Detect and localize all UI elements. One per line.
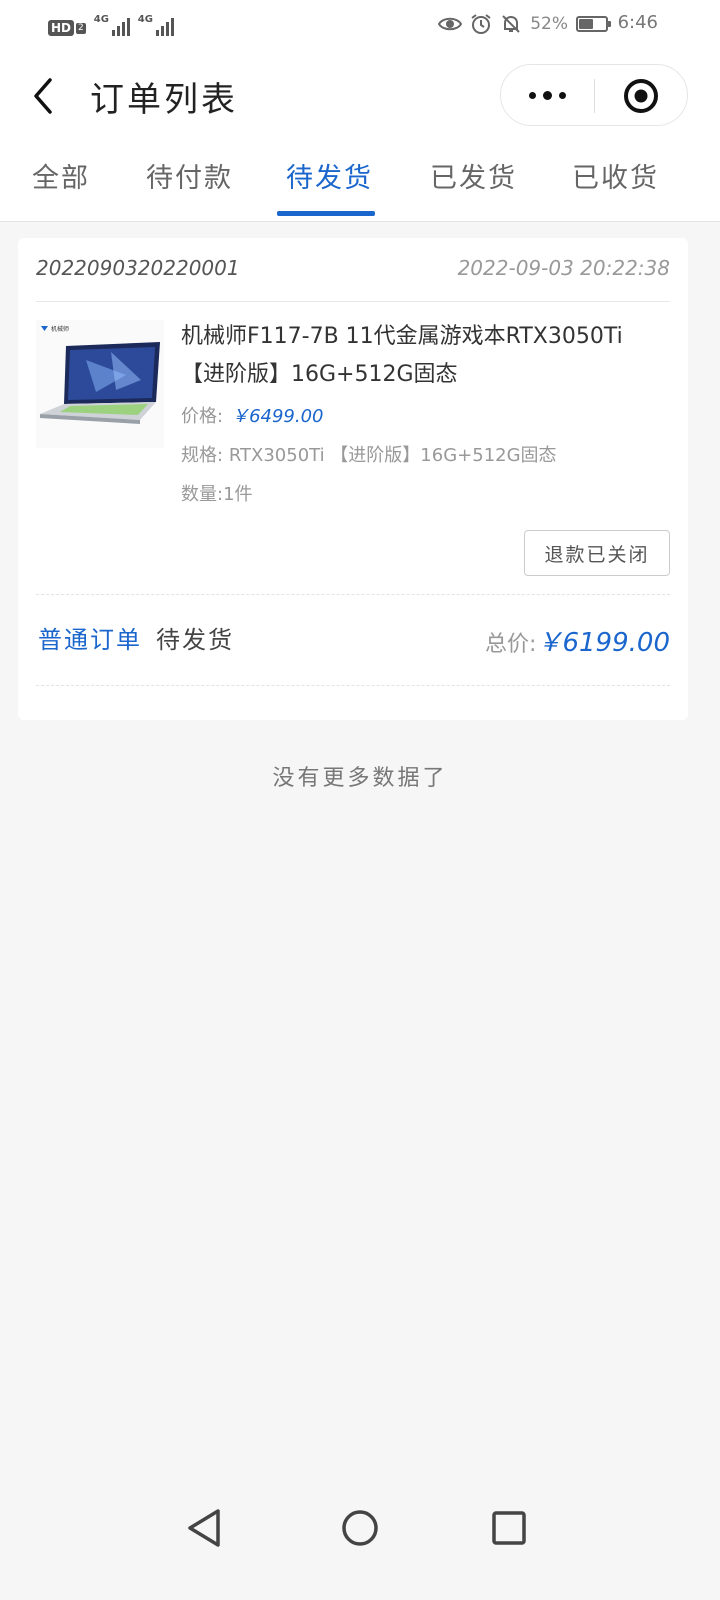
product-thumbnail[interactable]: 机械师 bbox=[36, 320, 164, 448]
more-dots-icon bbox=[529, 92, 536, 99]
product-spec-row: 规格: RTX3050Ti 【进阶版】16G+512G固态 bbox=[181, 441, 557, 467]
laptop-image: 机械师 bbox=[36, 320, 164, 448]
capsule-divider bbox=[594, 79, 595, 113]
tab-received[interactable]: 已收货 bbox=[572, 156, 659, 195]
chevron-left-icon bbox=[34, 78, 52, 114]
product-quantity-row: 数量:1件 bbox=[181, 480, 253, 506]
order-status: 待发货 bbox=[156, 626, 234, 654]
more-dot-right bbox=[559, 92, 566, 99]
active-tab-indicator bbox=[277, 211, 375, 216]
order-card[interactable]: 2022090320220001 2022-09-03 20:22:38 机械师… bbox=[18, 238, 688, 720]
no-more-data: 没有更多数据了 bbox=[272, 766, 448, 791]
tab-pending-payment[interactable]: 待付款 bbox=[146, 156, 233, 195]
hd-sub-label: 2 bbox=[76, 22, 86, 34]
order-type: 普通订单 bbox=[38, 626, 142, 654]
battery-percent: 52% bbox=[530, 14, 568, 34]
spec-label: 规格: bbox=[181, 445, 224, 466]
order-total: 总价:￥6199.00 bbox=[485, 622, 670, 659]
circle-home-icon bbox=[342, 1510, 378, 1546]
close-miniprogram-button[interactable] bbox=[623, 78, 659, 114]
qty-value: 1件 bbox=[223, 484, 253, 505]
brand-logo-text: 机械师 bbox=[51, 325, 69, 333]
miniprogram-capsule bbox=[500, 64, 688, 126]
status-right: 52% bbox=[438, 10, 611, 38]
signal-icon: 4G bbox=[94, 14, 130, 36]
eye-icon bbox=[438, 17, 463, 31]
tab-shipped[interactable]: 已发货 bbox=[430, 156, 517, 195]
back-button[interactable] bbox=[28, 74, 68, 118]
header-area: HD 2 4G 4G 52% 6:46 订单列表 全部 待付款 待发货 已发货 … bbox=[0, 0, 720, 222]
nav-back-button[interactable] bbox=[182, 1505, 228, 1551]
more-dot-center bbox=[543, 91, 552, 100]
triangle-back-icon bbox=[188, 1509, 220, 1547]
total-label: 总价: bbox=[485, 632, 537, 657]
qty-label: 数量: bbox=[181, 484, 224, 505]
dashed-divider bbox=[36, 594, 670, 595]
product-price-row: 价格: ￥6499.00 bbox=[181, 402, 324, 428]
nav-recent-button[interactable] bbox=[486, 1505, 532, 1551]
target-close-icon bbox=[624, 79, 658, 113]
order-number: 2022090320220001 bbox=[36, 256, 240, 280]
status-bar: HD 2 4G 4G 52% 6:46 bbox=[0, 0, 720, 50]
signal-icon-2: 4G bbox=[138, 14, 174, 36]
square-recent-icon bbox=[492, 1511, 526, 1545]
refund-closed-button[interactable]: 退款已关闭 bbox=[524, 530, 670, 576]
alarm-icon bbox=[471, 14, 491, 34]
hd-voice-icon: HD 2 bbox=[48, 20, 86, 36]
product-name[interactable]: 机械师F117-7B 11代金属游戏本RTX3050Ti 【进阶版】16G+51… bbox=[181, 318, 671, 394]
tab-all[interactable]: 全部 bbox=[32, 156, 90, 195]
signal-label: 4G bbox=[93, 14, 109, 25]
signal-label-2: 4G bbox=[137, 14, 153, 25]
battery-fill bbox=[579, 19, 593, 29]
total-value: ￥6199.00 bbox=[536, 628, 670, 658]
dashed-divider-bottom bbox=[36, 685, 670, 686]
tab-pending-shipment[interactable]: 待发货 bbox=[286, 156, 373, 195]
divider bbox=[36, 301, 670, 302]
price-value: ￥6499.00 bbox=[231, 406, 324, 427]
price-label: 价格: bbox=[181, 406, 224, 427]
status-left: HD 2 4G 4G bbox=[48, 12, 174, 36]
more-button[interactable] bbox=[501, 65, 594, 125]
mute-bell-icon bbox=[502, 15, 520, 33]
battery-icon bbox=[576, 16, 611, 32]
spec-value: RTX3050Ti 【进阶版】16G+512G固态 bbox=[228, 445, 557, 466]
page-title: 订单列表 bbox=[90, 80, 238, 120]
clock: 6:46 bbox=[617, 12, 658, 33]
order-time: 2022-09-03 20:22:38 bbox=[457, 256, 670, 280]
hd-label: HD bbox=[48, 20, 75, 36]
nav-home-button[interactable] bbox=[337, 1505, 383, 1551]
